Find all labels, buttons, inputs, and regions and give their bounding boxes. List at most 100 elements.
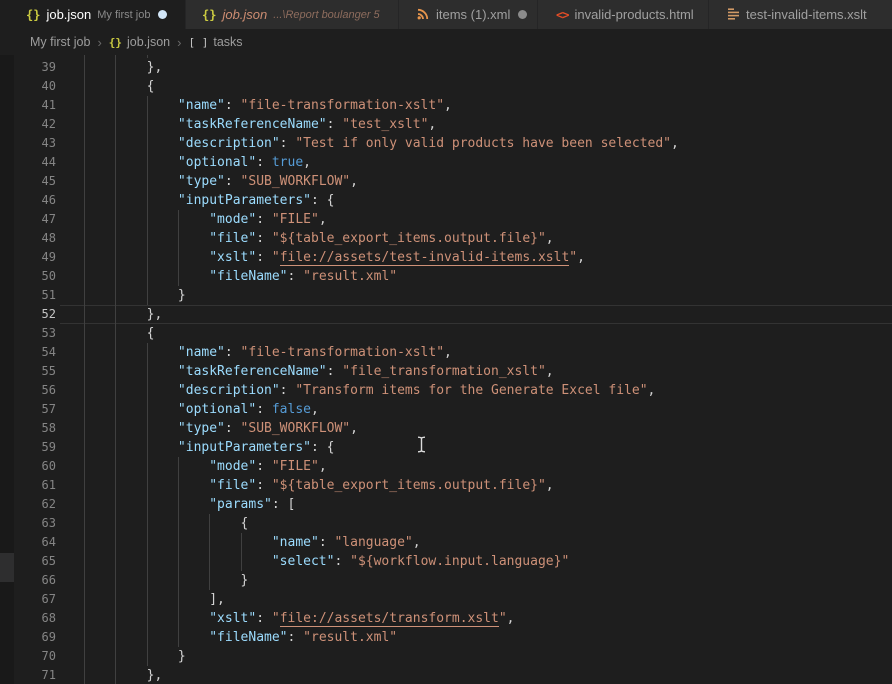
code-line[interactable]: 49 "xslt": "file://assets/test-invalid-i… [0, 248, 892, 267]
code-line[interactable]: 53 { [0, 324, 892, 343]
tab-invalid-products-html[interactable]: <> invalid-products.html [538, 0, 709, 29]
array-symbol-icon: [ ] [188, 36, 208, 49]
line-number[interactable]: 44 [14, 153, 56, 172]
tab-test-invalid-items-xslt[interactable]: test-invalid-items.xslt [709, 0, 892, 29]
code-line[interactable]: 60 "mode": "FILE", [0, 457, 892, 476]
tab-items-xml[interactable]: items (1).xml [399, 0, 538, 29]
code-text: "description": "Test if only valid produ… [84, 134, 679, 153]
code-line[interactable]: 43 "description": "Test if only valid pr… [0, 134, 892, 153]
code-text: } [84, 286, 186, 305]
code-line[interactable]: 47 "mode": "FILE", [0, 210, 892, 229]
line-number[interactable]: 46 [14, 191, 56, 210]
file-link[interactable]: file://assets/transform.xslt [280, 611, 499, 627]
line-number[interactable]: 66 [14, 571, 56, 590]
breadcrumb-label: job.json [127, 35, 170, 49]
code-line[interactable]: 59 "inputParameters": { [0, 438, 892, 457]
code-line[interactable]: 42 "taskReferenceName": "test_xslt", [0, 115, 892, 134]
tab-filename: test-invalid-items.xslt [746, 7, 867, 22]
code-line[interactable]: 62 "params": [ [0, 495, 892, 514]
code-editor[interactable]: 38 }39 },40 {41 "name": "file-transforma… [0, 55, 892, 684]
tab-job-json-my-first-job[interactable]: {} job.json My first job [0, 0, 186, 29]
line-number[interactable]: 50 [14, 267, 56, 286]
line-number[interactable]: 64 [14, 533, 56, 552]
code-line[interactable]: 44 "optional": true, [0, 153, 892, 172]
code-line[interactable]: 45 "type": "SUB_WORKFLOW", [0, 172, 892, 191]
code-line[interactable]: 64 "name": "language", [0, 533, 892, 552]
code-line[interactable]: 46 "inputParameters": { [0, 191, 892, 210]
line-number[interactable]: 65 [14, 552, 56, 571]
line-number[interactable]: 39 [14, 58, 56, 77]
code-line[interactable]: 67 ], [0, 590, 892, 609]
code-line[interactable]: 41 "name": "file-transformation-xslt", [0, 96, 892, 115]
code-line[interactable]: 51 } [0, 286, 892, 305]
left-gutter-strip [0, 55, 14, 684]
code-line[interactable]: 61 "file": "${table_export_items.output.… [0, 476, 892, 495]
line-number[interactable]: 57 [14, 400, 56, 419]
line-number[interactable]: 41 [14, 96, 56, 115]
line-number[interactable]: 59 [14, 438, 56, 457]
line-number[interactable]: 69 [14, 628, 56, 647]
line-number[interactable]: 48 [14, 229, 56, 248]
line-number[interactable]: 61 [14, 476, 56, 495]
code-line[interactable]: 39 }, [0, 58, 892, 77]
line-number[interactable]: 53 [14, 324, 56, 343]
tab-job-json-report-boulanger[interactable]: {} job.json ...\Report boulanger 5 [186, 0, 399, 29]
code-line[interactable]: 71 }, [0, 666, 892, 684]
breadcrumb-item-tasks[interactable]: [ ] tasks [188, 35, 242, 49]
line-number[interactable]: 70 [14, 647, 56, 666]
line-number[interactable]: 67 [14, 590, 56, 609]
code-text: "mode": "FILE", [84, 457, 327, 476]
json-braces-icon: {} [109, 36, 122, 49]
modified-dot-icon[interactable] [518, 10, 527, 19]
code-line[interactable]: 68 "xslt": "file://assets/transform.xslt… [0, 609, 892, 628]
line-number[interactable]: 51 [14, 286, 56, 305]
rss-icon [417, 7, 430, 23]
current-line-highlight [60, 305, 892, 324]
code-line[interactable]: 40 { [0, 77, 892, 96]
code-line[interactable]: 54 "name": "file-transformation-xslt", [0, 343, 892, 362]
code-line[interactable]: 70 } [0, 647, 892, 666]
line-number[interactable]: 47 [14, 210, 56, 229]
line-number[interactable]: 54 [14, 343, 56, 362]
code-line[interactable]: 65 "select": "${workflow.input.language}… [0, 552, 892, 571]
code-lines: 38 }39 },40 {41 "name": "file-transforma… [0, 55, 892, 684]
tab-filename: job.json [46, 7, 91, 22]
code-line[interactable]: 66 } [0, 571, 892, 590]
line-number[interactable]: 55 [14, 362, 56, 381]
line-number[interactable]: 71 [14, 666, 56, 684]
code-line[interactable]: 56 "description": "Transform items for t… [0, 381, 892, 400]
code-text: "taskReferenceName": "file_transformatio… [84, 362, 554, 381]
tab-filename: job.json [222, 7, 267, 22]
line-number[interactable]: 58 [14, 419, 56, 438]
code-text: "type": "SUB_WORKFLOW", [84, 172, 358, 191]
code-line[interactable]: 57 "optional": false, [0, 400, 892, 419]
breadcrumb-item-my-first-job[interactable]: My first job [30, 35, 90, 49]
line-number[interactable]: 52 [14, 305, 56, 324]
code-text: "taskReferenceName": "test_xslt", [84, 115, 436, 134]
file-link[interactable]: file://assets/test-invalid-items.xslt [280, 250, 570, 266]
line-number[interactable]: 42 [14, 115, 56, 134]
code-line[interactable]: 63 { [0, 514, 892, 533]
code-text: "name": "file-transformation-xslt", [84, 343, 452, 362]
code-line[interactable]: 58 "type": "SUB_WORKFLOW", [0, 419, 892, 438]
code-text: { [84, 77, 154, 96]
line-number[interactable]: 62 [14, 495, 56, 514]
code-line[interactable]: 48 "file": "${table_export_items.output.… [0, 229, 892, 248]
line-number[interactable]: 68 [14, 609, 56, 628]
code-line[interactable]: 69 "fileName": "result.xml" [0, 628, 892, 647]
scrollbar-thumb[interactable] [0, 553, 14, 582]
code-text: "description": "Transform items for the … [84, 381, 655, 400]
line-number[interactable]: 40 [14, 77, 56, 96]
code-text: "fileName": "result.xml" [84, 267, 397, 286]
code-line[interactable]: 52 }, [0, 305, 892, 324]
modified-dot-icon[interactable] [158, 10, 167, 19]
line-number[interactable]: 63 [14, 514, 56, 533]
line-number[interactable]: 60 [14, 457, 56, 476]
line-number[interactable]: 45 [14, 172, 56, 191]
code-line[interactable]: 50 "fileName": "result.xml" [0, 267, 892, 286]
line-number[interactable]: 56 [14, 381, 56, 400]
line-number[interactable]: 43 [14, 134, 56, 153]
line-number[interactable]: 49 [14, 248, 56, 267]
breadcrumb-item-job-json[interactable]: {} job.json [109, 35, 170, 49]
code-line[interactable]: 55 "taskReferenceName": "file_transforma… [0, 362, 892, 381]
